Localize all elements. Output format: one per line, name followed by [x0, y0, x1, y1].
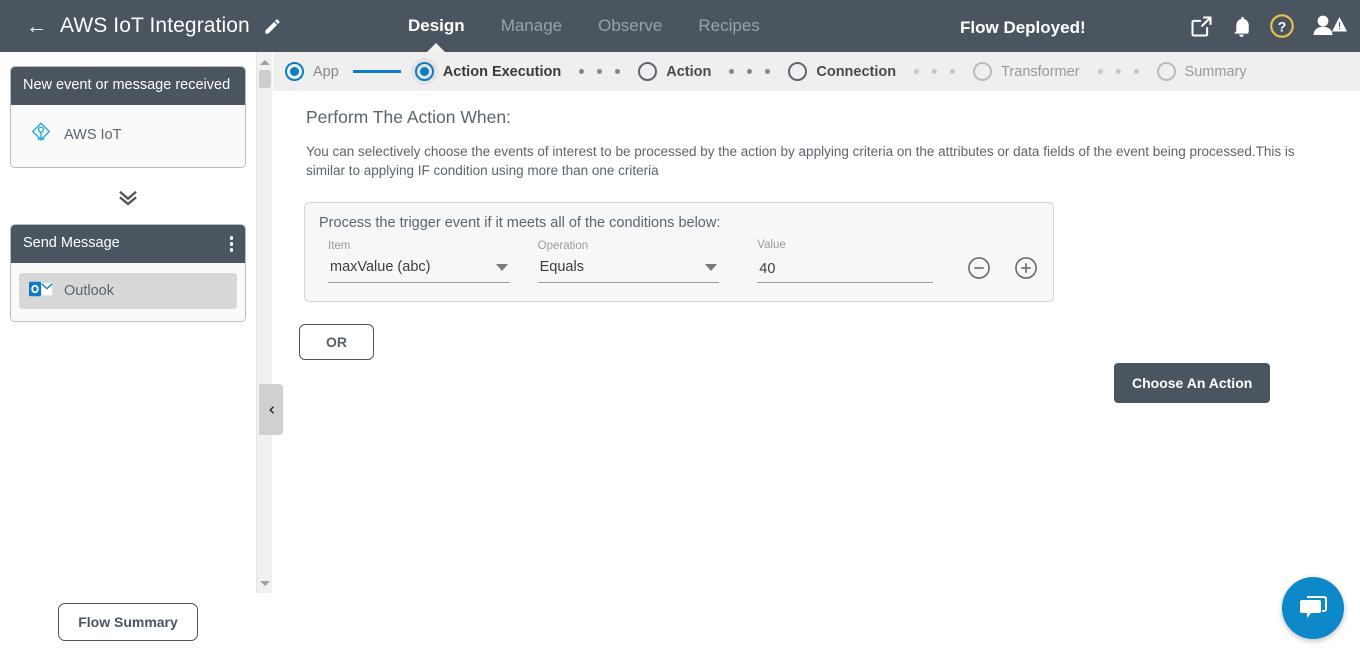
- step-radio-empty-icon: [638, 62, 658, 81]
- minus-circle-icon[interactable]: [966, 255, 992, 281]
- back-arrow-icon[interactable]: ←: [26, 16, 47, 37]
- chevron-down-icon: [495, 263, 508, 271]
- page-title: AWS IoT Integration: [60, 14, 250, 37]
- trigger-card[interactable]: New event or message received AWS IoT: [10, 66, 246, 168]
- value-input[interactable]: [757, 259, 934, 283]
- help-question-icon[interactable]: ?: [1268, 12, 1296, 40]
- action-card-body: Outlook: [11, 263, 245, 321]
- wizard-stepper: App Action Execution Action Connection T…: [273, 52, 1360, 91]
- chat-bubble-icon[interactable]: [1282, 577, 1344, 639]
- chevron-left-icon: [269, 405, 274, 414]
- sidebar-app-outlook[interactable]: Outlook: [19, 273, 237, 309]
- trigger-card-body: AWS IoT: [11, 105, 245, 167]
- flow-summary-button[interactable]: Flow Summary: [58, 603, 198, 641]
- step-radio-selected-icon: [285, 62, 304, 81]
- step-connector-dots: [1097, 69, 1139, 74]
- trigger-card-header: New event or message received: [11, 67, 245, 105]
- flow-summary-wrap: Flow Summary: [0, 603, 256, 641]
- item-select[interactable]: maxValue (abc): [328, 257, 510, 283]
- item-select-value: maxValue (abc): [330, 259, 431, 275]
- step-label: Action: [666, 63, 712, 80]
- operation-select[interactable]: Equals: [537, 257, 720, 283]
- main-content: App Action Execution Action Connection T…: [273, 52, 1360, 651]
- choose-action-button[interactable]: Choose An Action: [1114, 363, 1271, 403]
- step-action[interactable]: Action: [638, 62, 711, 81]
- tab-manage[interactable]: Manage: [501, 0, 562, 52]
- condition-panel: Process the trigger event if it meets al…: [304, 202, 1054, 302]
- header-icon-group: ?: [1188, 0, 1348, 52]
- deploy-status-message: Flow Deployed!: [960, 18, 1086, 37]
- plus-circle-icon[interactable]: [1013, 255, 1039, 281]
- section-description: You can selectively choose the events of…: [306, 144, 1295, 178]
- value-field: Value: [757, 239, 934, 283]
- step-label: Action Execution: [442, 63, 562, 80]
- operation-field: Operation Equals: [537, 240, 720, 283]
- step-connector-dots: [579, 69, 621, 74]
- header-left-group: ← AWS IoT Integration: [0, 14, 282, 38]
- sidebar-app-label: Outlook: [64, 283, 114, 299]
- svg-text:?: ?: [1278, 18, 1287, 34]
- scrollbar-thumb[interactable]: [259, 70, 271, 88]
- open-external-icon[interactable]: [1188, 13, 1215, 40]
- notifications-bell-icon[interactable]: [1229, 14, 1254, 39]
- item-field-label: Item: [328, 240, 351, 252]
- step-app[interactable]: App: [285, 62, 339, 81]
- step-connection[interactable]: Connection: [788, 62, 896, 81]
- sidebar-app-aws-iot[interactable]: AWS IoT: [19, 115, 237, 155]
- operation-field-label: Operation: [537, 240, 589, 252]
- scroll-down-arrow-icon[interactable]: [257, 575, 273, 591]
- content-area: Perform The Action When: You can selecti…: [273, 91, 1360, 403]
- sidebar-scrollbar[interactable]: [256, 52, 272, 593]
- action-card-title: Send Message: [23, 235, 120, 251]
- action-card-header: Send Message: [11, 225, 245, 263]
- step-label: App: [313, 63, 339, 80]
- tab-recipes[interactable]: Recipes: [698, 0, 759, 52]
- flow-sidebar: New event or message received AWS IoT Se…: [0, 52, 256, 651]
- step-transformer[interactable]: Transformer: [973, 62, 1080, 81]
- step-active-halo: [410, 58, 438, 85]
- step-radio-empty-icon: [973, 62, 993, 81]
- step-radio-empty-icon: [788, 62, 808, 81]
- section-title: Perform The Action When:: [306, 107, 511, 127]
- step-label: Summary: [1184, 63, 1247, 80]
- value-field-label: Value: [757, 239, 786, 251]
- step-action-execution[interactable]: Action Execution: [410, 58, 562, 85]
- or-button[interactable]: OR: [299, 324, 374, 360]
- trigger-card-title: New event or message received: [23, 77, 231, 93]
- pencil-icon[interactable]: [263, 17, 282, 36]
- scroll-up-arrow-icon[interactable]: [257, 54, 273, 70]
- tab-observe[interactable]: Observe: [598, 0, 662, 52]
- user-account-warning-icon[interactable]: [1310, 12, 1348, 40]
- step-label: Transformer: [1001, 63, 1080, 80]
- step-radio-empty-icon: [1156, 62, 1176, 81]
- chevron-down-icon: [705, 263, 718, 271]
- step-summary[interactable]: Summary: [1156, 62, 1247, 81]
- aws-iot-icon: [29, 121, 53, 149]
- sidebar-collapse-handle[interactable]: [259, 384, 283, 435]
- tab-design[interactable]: Design: [408, 0, 465, 52]
- action-card[interactable]: Send Message Outlook: [10, 224, 246, 322]
- step-connector-dots: [729, 69, 771, 74]
- condition-row: Item maxValue (abc) Operation Equals Val…: [319, 239, 1039, 283]
- header-tabs: Design Manage Observe Recipes: [408, 0, 760, 52]
- item-field: Item maxValue (abc): [328, 240, 510, 283]
- outlook-icon: [29, 279, 53, 303]
- kebab-menu-icon[interactable]: [229, 234, 233, 252]
- double-chevron-down-icon[interactable]: [0, 184, 256, 210]
- condition-panel-title: Process the trigger event if it meets al…: [319, 215, 721, 231]
- step-connector-line: [352, 70, 401, 73]
- sidebar-app-label: AWS IoT: [64, 127, 122, 143]
- operation-select-value: Equals: [539, 259, 584, 275]
- app-header: ← AWS IoT Integration Design Manage Obse…: [0, 0, 1360, 52]
- step-connector-dots: [914, 69, 956, 74]
- step-label: Connection: [816, 63, 897, 80]
- condition-row-actions: [966, 255, 1039, 283]
- step-radio-selected-icon: [414, 62, 434, 81]
